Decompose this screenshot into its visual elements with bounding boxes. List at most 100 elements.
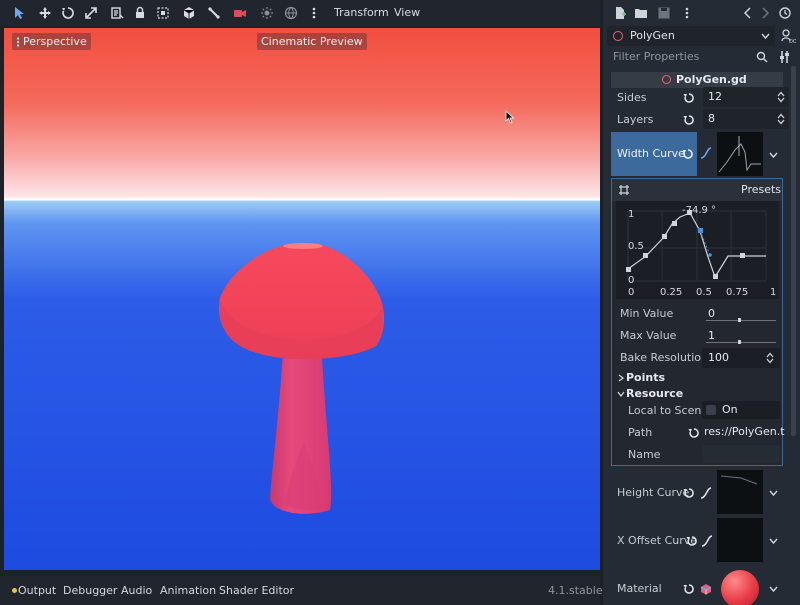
tab-shader-editor[interactable]: Shader Editor	[219, 584, 294, 597]
chevron-down-icon[interactable]	[769, 537, 778, 545]
slider-track	[706, 320, 776, 321]
tab-audio[interactable]: Audio	[121, 584, 152, 597]
viewport-toolbar: Transform View	[0, 0, 600, 26]
curve-y-tick: 1	[628, 209, 635, 220]
presets-button[interactable]: Presets	[741, 183, 781, 196]
script-header[interactable]: PolyGen.gd	[611, 72, 783, 88]
resource-section-label: Resource	[626, 387, 684, 400]
curve-icon	[700, 487, 712, 499]
globe-icon[interactable]	[282, 4, 300, 22]
spin-arrows-icon	[777, 113, 785, 125]
more-icon[interactable]	[680, 6, 694, 20]
layers-spinbox[interactable]: 8	[703, 109, 789, 129]
chevron-down-icon[interactable]	[769, 489, 778, 497]
3d-viewport[interactable]: Perspective Cinematic Preview	[4, 28, 600, 570]
max-value-label: Max Value	[620, 329, 677, 342]
select-icon[interactable]	[10, 4, 28, 22]
width-curve-row[interactable]: Width Curve	[611, 132, 697, 176]
curve-tangent-angle: -74.9 °	[682, 205, 717, 216]
bone-icon[interactable]	[205, 4, 223, 22]
tab-animation[interactable]: Animation	[160, 584, 216, 597]
history-icon[interactable]	[778, 6, 792, 20]
chevron-down-icon[interactable]	[769, 151, 778, 159]
material-label: Material	[617, 582, 662, 595]
curve-y-tick: 0	[628, 275, 635, 286]
x-offset-curve-thumbnail[interactable]	[717, 518, 763, 562]
cube-icon[interactable]	[180, 4, 198, 22]
revert-icon[interactable]	[686, 535, 698, 547]
transform-menu[interactable]: Transform	[334, 6, 389, 19]
min-value-label: Min Value	[620, 307, 674, 320]
layers-label: Layers	[617, 113, 654, 126]
revert-icon[interactable]	[683, 487, 695, 499]
curve-icon	[701, 535, 713, 547]
lock-icon[interactable]	[131, 4, 149, 22]
checkbox-box	[706, 405, 716, 415]
curve-graph[interactable]: -74.9 ° 1 0.5 0 0 0.25 0.5 0.75 1	[616, 201, 779, 299]
chevron-down-icon[interactable]	[769, 585, 778, 593]
chevron-right-icon	[618, 374, 624, 382]
script-name: PolyGen.gd	[676, 73, 747, 86]
tab-output[interactable]: Output	[18, 584, 56, 597]
path-field[interactable]: res://PolyGen.t	[702, 423, 785, 441]
material-preview[interactable]	[717, 566, 763, 605]
local-to-scene-value: On	[722, 403, 738, 416]
height-curve-thumbnail[interactable]	[717, 470, 763, 514]
width-curve-thumbnail[interactable]	[717, 132, 763, 176]
bake-resolution-label: Bake Resolution	[620, 351, 709, 364]
slider-grabber[interactable]	[738, 318, 741, 322]
version-label: 4.1.stable	[548, 584, 603, 597]
svg-text:DOC: DOC	[789, 39, 796, 44]
max-value-slider[interactable]: 1	[702, 327, 780, 347]
back-arrow-icon[interactable]	[741, 6, 755, 20]
layers-value: 8	[708, 112, 715, 125]
more-icon[interactable]	[305, 4, 323, 22]
name-field[interactable]	[702, 445, 780, 463]
scale-icon[interactable]	[82, 4, 100, 22]
width-curve-label: Width Curve	[617, 147, 685, 160]
revert-icon[interactable]	[683, 114, 695, 126]
search-icon	[756, 51, 768, 63]
mouse-cursor-icon	[505, 110, 515, 124]
name-label: Name	[628, 448, 661, 461]
bake-resolution-spinbox[interactable]: 100	[702, 348, 780, 368]
output-status-dot	[12, 588, 17, 593]
node-settings-icon[interactable]: DOC	[780, 28, 800, 45]
open-folder-icon[interactable]	[634, 6, 648, 20]
revert-icon[interactable]	[682, 148, 694, 160]
max-value: 1	[708, 329, 715, 342]
slider-grabber[interactable]	[738, 340, 741, 344]
local-to-scene-checkbox[interactable]: On	[702, 401, 780, 419]
spin-arrows-icon	[777, 91, 785, 103]
new-resource-icon[interactable]	[613, 6, 627, 20]
inspector-scrollbar[interactable]	[791, 66, 796, 436]
resource-section[interactable]: Resource	[616, 387, 776, 401]
rotate-icon[interactable]	[59, 4, 77, 22]
list-icon[interactable]	[108, 4, 126, 22]
material-icon	[700, 584, 712, 595]
filter-placeholder: Filter Properties	[613, 50, 700, 63]
revert-icon[interactable]	[683, 92, 695, 104]
node-name: PolyGen	[630, 29, 675, 42]
save-icon[interactable]	[657, 6, 671, 20]
curve-editor-header: Presets	[612, 179, 782, 201]
filter-properties-input[interactable]: Filter Properties	[607, 48, 775, 66]
node-selector[interactable]: PolyGen	[607, 26, 775, 46]
snap-grid-icon[interactable]	[618, 184, 630, 196]
revert-icon[interactable]	[688, 427, 700, 439]
revert-icon[interactable]	[683, 583, 695, 595]
min-value-slider[interactable]: 0	[702, 305, 780, 325]
camera-icon[interactable]	[231, 4, 249, 22]
points-section[interactable]: Points	[616, 371, 776, 385]
view-menu[interactable]: View	[394, 6, 420, 19]
height-curve-label: Height Curve	[617, 486, 690, 499]
chevron-down-icon	[617, 391, 625, 397]
forward-arrow-icon[interactable]	[758, 6, 772, 20]
tab-debugger[interactable]: Debugger	[63, 584, 117, 597]
tools-icon[interactable]	[779, 50, 793, 64]
move-icon[interactable]	[36, 4, 54, 22]
spin-arrows-icon	[766, 352, 774, 364]
sun-icon[interactable]	[258, 4, 276, 22]
group-icon[interactable]	[154, 4, 172, 22]
sides-spinbox[interactable]: 12	[703, 87, 789, 107]
